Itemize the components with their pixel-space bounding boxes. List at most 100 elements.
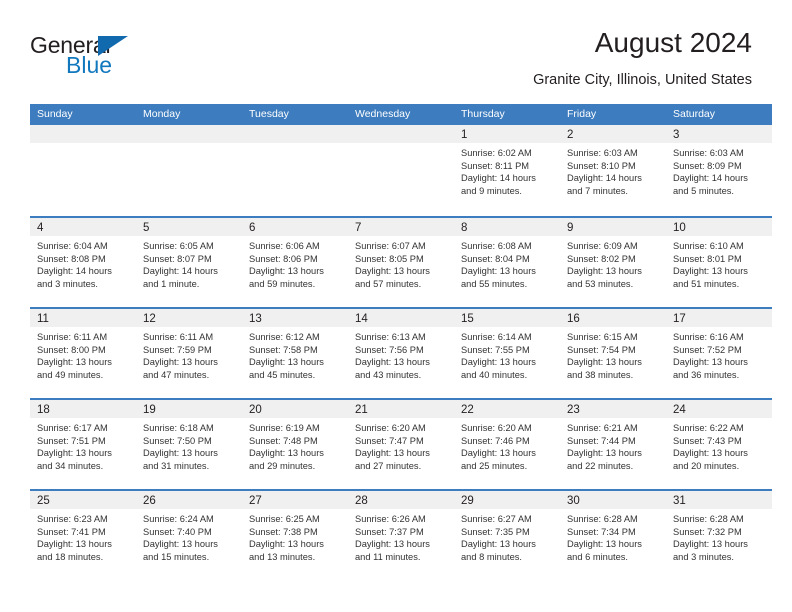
day-number-band: 30 <box>560 491 666 509</box>
day-cell[interactable]: 20 Sunrise: 6:19 AM Sunset: 7:48 PM Dayligh… <box>242 400 348 489</box>
day-number: 27 <box>249 495 262 507</box>
sunrise-text: Sunrise: 6:21 AM <box>567 423 638 433</box>
day-cell[interactable]: 7 Sunrise: 6:07 AM Sunset: 8:05 PM Daylight… <box>348 218 454 307</box>
sunset-text: Sunset: 7:51 PM <box>37 435 106 446</box>
sunrise-text: Sunrise: 6:15 AM <box>567 332 638 342</box>
sunset-text: Sunset: 7:32 PM <box>673 526 742 537</box>
sunrise-text: Sunrise: 6:04 AM <box>37 241 108 251</box>
weekday-header-tuesday: Tuesday <box>249 108 289 120</box>
day-number: 19 <box>143 404 156 416</box>
daylight-text-line2: and 36 minutes. <box>673 369 740 380</box>
daylight-text-line2: and 6 minutes. <box>567 551 628 562</box>
sunrise-text: Sunrise: 6:23 AM <box>37 514 108 524</box>
day-cell[interactable]: 5 Sunrise: 6:05 AM Sunset: 8:07 PM Daylight… <box>136 218 242 307</box>
daylight-text-line1: Daylight: 13 hours <box>673 266 748 277</box>
day-cell[interactable]: 2 Sunrise: 6:03 AM Sunset: 8:10 PM Daylight… <box>560 125 666 216</box>
daylight-text-line1: Daylight: 14 hours <box>143 266 218 277</box>
week-row: 11 Sunrise: 6:11 AM Sunset: 8:00 PM Dayligh… <box>30 307 772 398</box>
sunrise-text: Sunrise: 6:11 AM <box>143 332 214 342</box>
day-number-band: 9 <box>560 218 666 236</box>
day-detail: Sunrise: 6:02 AM Sunset: 8:11 PM Daylight:… <box>454 143 560 197</box>
sunset-text: Sunset: 8:01 PM <box>673 253 742 264</box>
day-number: 10 <box>673 222 686 234</box>
daylight-text-line2: and 22 minutes. <box>567 460 634 471</box>
day-cell[interactable]: 28 Sunrise: 6:26 AM Sunset: 7:37 PM Dayligh… <box>348 491 454 580</box>
day-cell[interactable]: 3 Sunrise: 6:03 AM Sunset: 8:09 PM Daylight… <box>666 125 772 216</box>
day-cell[interactable]: 21 Sunrise: 6:20 AM Sunset: 7:47 PM Dayligh… <box>348 400 454 489</box>
day-cell[interactable]: 29 Sunrise: 6:27 AM Sunset: 7:35 PM Dayligh… <box>454 491 560 580</box>
day-number-band: 4 <box>30 218 136 236</box>
sunset-text: Sunset: 8:08 PM <box>37 253 106 264</box>
day-cell[interactable]: 27 Sunrise: 6:25 AM Sunset: 7:38 PM Dayligh… <box>242 491 348 580</box>
day-cell[interactable]: 30 Sunrise: 6:28 AM Sunset: 7:34 PM Dayligh… <box>560 491 666 580</box>
day-cell[interactable]: 22 Sunrise: 6:20 AM Sunset: 7:46 PM Dayligh… <box>454 400 560 489</box>
day-detail: Sunrise: 6:07 AM Sunset: 8:05 PM Daylight:… <box>348 236 454 290</box>
day-cell[interactable]: 1 Sunrise: 6:02 AM Sunset: 8:11 PM Daylight… <box>454 125 560 216</box>
daylight-text-line1: Daylight: 14 hours <box>461 173 536 184</box>
day-cell[interactable]: 24 Sunrise: 6:22 AM Sunset: 7:43 PM Dayligh… <box>666 400 772 489</box>
daylight-text-line1: Daylight: 13 hours <box>143 539 218 550</box>
weekday-header-row: Sunday Monday Tuesday Wednesday Thursday Frid… <box>30 104 772 125</box>
day-cell[interactable]: 13 Sunrise: 6:12 AM Sunset: 7:58 PM Dayligh… <box>242 309 348 398</box>
calendar-grid: Sunday Monday Tuesday Wednesday Thursday Frid… <box>30 104 772 580</box>
day-cell[interactable]: 16 Sunrise: 6:15 AM Sunset: 7:54 PM Dayligh… <box>560 309 666 398</box>
day-cell[interactable]: 26 Sunrise: 6:24 AM Sunset: 7:40 PM Dayligh… <box>136 491 242 580</box>
day-cell[interactable]: 18 Sunrise: 6:17 AM Sunset: 7:51 PM Dayligh… <box>30 400 136 489</box>
day-number: 21 <box>355 404 368 416</box>
sunset-text: Sunset: 7:58 PM <box>249 344 318 355</box>
brand-logo[interactable]: General Blue <box>30 32 220 92</box>
day-cell[interactable]: 23 Sunrise: 6:21 AM Sunset: 7:44 PM Dayligh… <box>560 400 666 489</box>
day-cell-empty <box>30 125 136 216</box>
day-cell[interactable]: 10 Sunrise: 6:10 AM Sunset: 8:01 PM Dayligh… <box>666 218 772 307</box>
day-detail: Sunrise: 6:22 AM Sunset: 7:43 PM Daylight:… <box>666 418 772 472</box>
sunrise-text: Sunrise: 6:07 AM <box>355 241 426 251</box>
daylight-text-line2: and 43 minutes. <box>355 369 422 380</box>
sunrise-text: Sunrise: 6:20 AM <box>355 423 426 433</box>
sunrise-text: Sunrise: 6:18 AM <box>143 423 214 433</box>
sunrise-text: Sunrise: 6:16 AM <box>673 332 744 342</box>
day-cell[interactable]: 12 Sunrise: 6:11 AM Sunset: 7:59 PM Dayligh… <box>136 309 242 398</box>
day-number-band: 22 <box>454 400 560 418</box>
day-number: 11 <box>37 313 49 325</box>
day-number-band: 21 <box>348 400 454 418</box>
day-number: 1 <box>461 129 468 141</box>
day-cell[interactable]: 4 Sunrise: 6:04 AM Sunset: 8:08 PM Daylight… <box>30 218 136 307</box>
sunrise-text: Sunrise: 6:05 AM <box>143 241 214 251</box>
daylight-text-line2: and 31 minutes. <box>143 460 210 471</box>
sunset-text: Sunset: 8:02 PM <box>567 253 636 264</box>
day-cell[interactable]: 15 Sunrise: 6:14 AM Sunset: 7:55 PM Dayligh… <box>454 309 560 398</box>
calendar-page: General Blue August 2024 Granite City, I… <box>0 0 792 612</box>
daylight-text-line1: Daylight: 14 hours <box>673 173 748 184</box>
weekday-header-friday: Friday <box>567 108 597 120</box>
day-cell[interactable]: 25 Sunrise: 6:23 AM Sunset: 7:41 PM Dayligh… <box>30 491 136 580</box>
day-cell[interactable]: 6 Sunrise: 6:06 AM Sunset: 8:06 PM Daylight… <box>242 218 348 307</box>
day-number-band <box>30 125 136 143</box>
day-number-band: 28 <box>348 491 454 509</box>
day-cell[interactable]: 8 Sunrise: 6:08 AM Sunset: 8:04 PM Daylight… <box>454 218 560 307</box>
day-number-band: 29 <box>454 491 560 509</box>
day-cell[interactable]: 9 Sunrise: 6:09 AM Sunset: 8:02 PM Daylight… <box>560 218 666 307</box>
day-cell[interactable]: 11 Sunrise: 6:11 AM Sunset: 8:00 PM Dayligh… <box>30 309 136 398</box>
sunset-text: Sunset: 7:59 PM <box>143 344 212 355</box>
day-detail: Sunrise: 6:23 AM Sunset: 7:41 PM Daylight:… <box>30 509 136 563</box>
week-row: 4 Sunrise: 6:04 AM Sunset: 8:08 PM Daylight… <box>30 216 772 307</box>
sunrise-text: Sunrise: 6:14 AM <box>461 332 532 342</box>
day-cell[interactable]: 14 Sunrise: 6:13 AM Sunset: 7:56 PM Dayligh… <box>348 309 454 398</box>
day-number-band: 14 <box>348 309 454 327</box>
day-number: 20 <box>249 404 262 416</box>
day-cell-empty <box>348 125 454 216</box>
day-detail: Sunrise: 6:03 AM Sunset: 8:10 PM Daylight:… <box>560 143 666 197</box>
day-cell[interactable]: 19 Sunrise: 6:18 AM Sunset: 7:50 PM Dayligh… <box>136 400 242 489</box>
sunrise-text: Sunrise: 6:28 AM <box>673 514 744 524</box>
daylight-text-line1: Daylight: 13 hours <box>143 357 218 368</box>
day-number: 29 <box>461 495 474 507</box>
day-detail: Sunrise: 6:16 AM Sunset: 7:52 PM Daylight:… <box>666 327 772 381</box>
daylight-text-line1: Daylight: 13 hours <box>461 539 536 550</box>
day-cell[interactable]: 17 Sunrise: 6:16 AM Sunset: 7:52 PM Dayligh… <box>666 309 772 398</box>
daylight-text-line1: Daylight: 13 hours <box>567 539 642 550</box>
day-cell[interactable]: 31 Sunrise: 6:28 AM Sunset: 7:32 PM Dayligh… <box>666 491 772 580</box>
day-detail: Sunrise: 6:14 AM Sunset: 7:55 PM Daylight:… <box>454 327 560 381</box>
day-number-band: 15 <box>454 309 560 327</box>
day-detail: Sunrise: 6:05 AM Sunset: 8:07 PM Daylight:… <box>136 236 242 290</box>
day-number: 23 <box>567 404 580 416</box>
